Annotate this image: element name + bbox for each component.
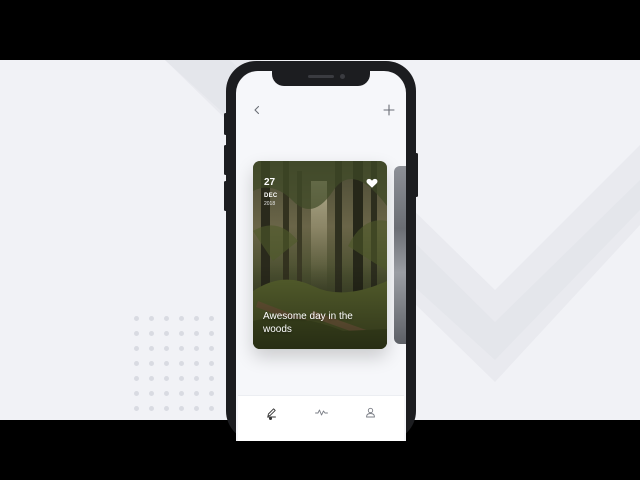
decor-dot xyxy=(179,391,184,396)
decor-dot xyxy=(164,331,169,336)
phone-notch xyxy=(272,71,370,86)
decor-dot xyxy=(209,316,214,321)
decor-dot xyxy=(194,316,199,321)
entry-title: Awesome day in the woods xyxy=(263,311,353,335)
decor-dot xyxy=(179,316,184,321)
decor-dot xyxy=(134,406,139,411)
dot-grid-decoration xyxy=(134,316,226,416)
chevron-left-icon xyxy=(254,105,260,115)
speaker-grille xyxy=(308,75,334,78)
decor-dot xyxy=(149,316,154,321)
app-screen: 27 DEC 2018 Awesome day in the woods xyxy=(236,71,406,441)
phone-volume-button xyxy=(224,145,227,175)
front-camera xyxy=(340,74,345,79)
decor-dot xyxy=(134,346,139,351)
decor-dot xyxy=(149,346,154,351)
tab-profile[interactable] xyxy=(360,404,380,420)
phone-mockup: 27 DEC 2018 Awesome day in the woods xyxy=(224,61,418,441)
decor-dot xyxy=(149,331,154,336)
decor-dot xyxy=(209,361,214,366)
next-card-peek[interactable] xyxy=(394,166,406,344)
decor-dot xyxy=(179,331,184,336)
decor-dot xyxy=(194,391,199,396)
decor-dot xyxy=(149,361,154,366)
entry-year: 2018 xyxy=(264,201,276,207)
decor-dot xyxy=(149,376,154,381)
journal-card[interactable]: 27 DEC 2018 Awesome day in the woods xyxy=(253,161,387,349)
decor-dot xyxy=(209,376,214,381)
decor-dot xyxy=(164,406,169,411)
decor-dot xyxy=(194,376,199,381)
decor-dot xyxy=(179,361,184,366)
decor-dot xyxy=(164,391,169,396)
decor-dot xyxy=(209,346,214,351)
decor-dot xyxy=(134,331,139,336)
phone-volume-button xyxy=(224,181,227,211)
phone-power-button xyxy=(415,153,418,197)
decor-dot xyxy=(179,376,184,381)
decor-dot xyxy=(194,361,199,366)
tab-activity[interactable] xyxy=(311,404,331,420)
decor-dot xyxy=(164,346,169,351)
heart-icon[interactable] xyxy=(366,177,378,189)
decor-dot xyxy=(134,391,139,396)
pen-icon xyxy=(266,407,276,417)
decor-dot xyxy=(179,346,184,351)
decor-dot xyxy=(134,316,139,321)
entry-day: 27 xyxy=(264,177,276,188)
phone-side-button xyxy=(224,113,227,135)
decor-dot xyxy=(209,331,214,336)
add-entry-button[interactable] xyxy=(380,101,398,119)
decor-dot xyxy=(164,361,169,366)
decor-dot xyxy=(194,331,199,336)
profile-icon xyxy=(365,407,375,417)
decor-dot xyxy=(134,361,139,366)
bottom-tab-bar xyxy=(238,395,404,441)
activity-wave-icon xyxy=(314,409,328,415)
decor-dot xyxy=(164,376,169,381)
entry-month: DEC xyxy=(264,193,278,199)
decor-dot xyxy=(194,346,199,351)
active-tab-indicator xyxy=(269,417,272,420)
decor-dot xyxy=(209,391,214,396)
decor-dot xyxy=(194,406,199,411)
decor-dot xyxy=(209,406,214,411)
back-button[interactable] xyxy=(248,101,266,119)
decor-dot xyxy=(164,316,169,321)
decor-dot xyxy=(179,406,184,411)
decor-dot xyxy=(149,391,154,396)
letterbox-top xyxy=(0,0,640,60)
plus-icon xyxy=(383,104,395,116)
decor-dot xyxy=(134,376,139,381)
decor-dot xyxy=(149,406,154,411)
